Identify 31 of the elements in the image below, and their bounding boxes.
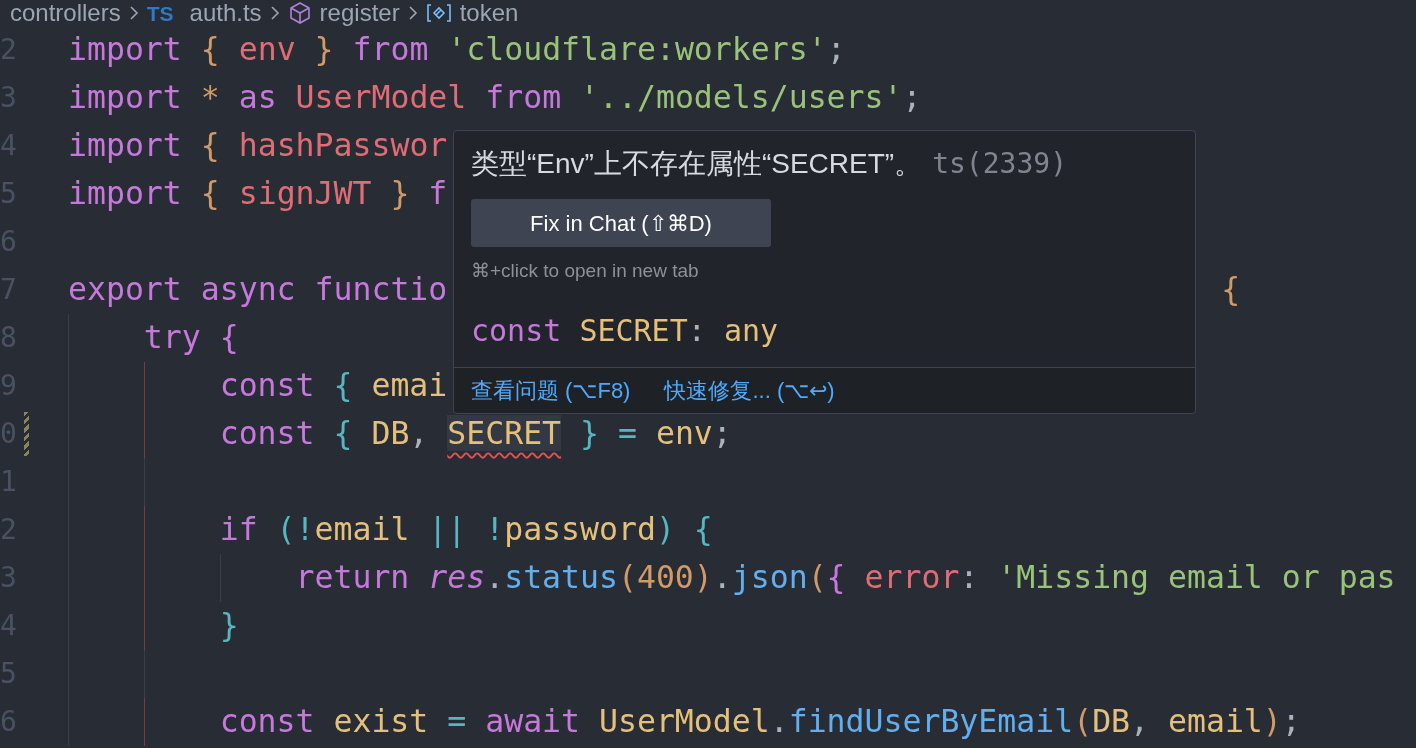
code-line: import * as UserModel from '../models/users'; — [68, 82, 922, 114]
error-code: ts(2339) — [932, 146, 1067, 182]
hint-text: ⌘+click to open in new tab — [470, 259, 700, 283]
breadcrumb-item[interactable]: token — [459, 1, 519, 25]
action-link[interactable]: 查看问题 (⌥F8) — [471, 373, 631, 407]
code-line: import { signJWT } f — [68, 178, 448, 210]
cube-icon — [287, 1, 312, 25]
modified-marker — [24, 412, 29, 456]
action-link[interactable]: 快速修复... (⌥↩) — [664, 373, 835, 407]
error-message: 类型“Env”上不存在属性“SECRET”。 — [471, 147, 923, 181]
code-line: const { DB, SECRET } = env; — [219, 418, 732, 450]
chevron-icon — [269, 5, 280, 21]
code-text: { — [1221, 274, 1241, 306]
code-line: const { emai — [219, 370, 448, 402]
code-line: import { hashPasswor — [68, 130, 448, 162]
ts-file-icon: TS — [146, 2, 174, 24]
code-line: if (!email || !password) { — [219, 514, 713, 546]
breadcrumb-item[interactable]: controllers — [10, 1, 121, 25]
fix-in-chat-button[interactable]: Fix in Chat (⇧⌘D) — [471, 199, 771, 247]
breadcrumb-item[interactable]: auth.ts — [189, 1, 262, 25]
type-signature: const SECRET: any — [471, 312, 779, 348]
chevron-icon — [407, 5, 418, 21]
code-line: import { env } from 'cloudflare:workers'; — [68, 34, 846, 66]
code-line: return res.status(400).json({ error: 'Missing email or pas — [295, 562, 1396, 594]
code-line: } — [219, 610, 239, 642]
field-icon — [425, 2, 452, 24]
chevron-icon — [128, 5, 139, 21]
code-line: export async functio — [68, 274, 448, 306]
breadcrumb-item[interactable]: register — [319, 1, 400, 25]
code-line: const exist = await UserModel.findUserByEmail(DB, email); — [219, 706, 1301, 738]
code-line: try { — [143, 322, 239, 354]
